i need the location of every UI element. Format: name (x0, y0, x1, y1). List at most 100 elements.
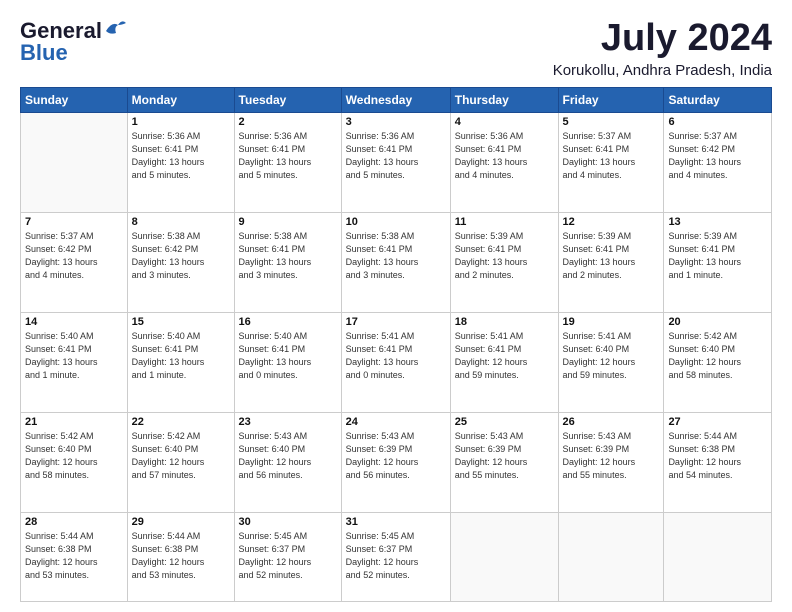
calendar-day-cell: 25 Sunrise: 5:43 AMSunset: 6:39 PMDayligh… (450, 412, 558, 512)
calendar-header-cell: Sunday (21, 87, 128, 112)
day-number: 25 (455, 416, 554, 428)
day-info: Sunrise: 5:40 AMSunset: 6:41 PMDaylight:… (132, 330, 230, 382)
calendar-day-cell: 16 Sunrise: 5:40 AMSunset: 6:41 PMDayligh… (234, 312, 341, 412)
day-info: Sunrise: 5:41 AMSunset: 6:40 PMDaylight:… (563, 330, 660, 382)
day-number: 30 (239, 516, 337, 528)
calendar-day-cell: 1 Sunrise: 5:36 AMSunset: 6:41 PMDaylight… (127, 112, 234, 212)
day-info: Sunrise: 5:37 AMSunset: 6:41 PMDaylight:… (563, 130, 660, 182)
day-number: 31 (346, 516, 446, 528)
day-number: 29 (132, 516, 230, 528)
day-info: Sunrise: 5:43 AMSunset: 6:39 PMDaylight:… (455, 430, 554, 482)
calendar: SundayMondayTuesdayWednesdayThursdayFrid… (20, 87, 772, 602)
calendar-day-cell: 5Sunrise: 5:37 AMSunset: 6:41 PMDaylight… (558, 112, 664, 212)
day-number: 22 (132, 416, 230, 428)
calendar-header-cell: Friday (558, 87, 664, 112)
calendar-day-cell: 11Sunrise: 5:39 AMSunset: 6:41 PMDayligh… (450, 212, 558, 312)
calendar-header-cell: Monday (127, 87, 234, 112)
calendar-day-cell: 24 Sunrise: 5:43 AMSunset: 6:39 PMDayligh… (341, 412, 450, 512)
calendar-header-row: SundayMondayTuesdayWednesdayThursdayFrid… (21, 87, 772, 112)
calendar-day-cell (450, 512, 558, 601)
day-info: Sunrise: 5:36 AMSunset: 6:41 PMDaylight:… (346, 130, 446, 182)
day-number: 6 (668, 116, 767, 128)
day-number: 28 (25, 516, 123, 528)
calendar-day-cell: 4 Sunrise: 5:36 AMSunset: 6:41 PMDaylight… (450, 112, 558, 212)
calendar-day-cell: 17 Sunrise: 5:41 AMSunset: 6:41 PMDayligh… (341, 312, 450, 412)
day-info: Sunrise: 5:40 AMSunset: 6:41 PMDaylight:… (25, 330, 123, 382)
day-number: 8 (132, 216, 230, 228)
day-info: Sunrise: 5:36 AMSunset: 6:41 PMDaylight:… (239, 130, 337, 182)
calendar-day-cell: 2Sunrise: 5:36 AMSunset: 6:41 PMDaylight… (234, 112, 341, 212)
day-number: 4 (455, 116, 554, 128)
calendar-day-cell (558, 512, 664, 601)
calendar-day-cell: 13 Sunrise: 5:39 AMSunset: 6:41 PMDayligh… (664, 212, 772, 312)
day-info: Sunrise: 5:42 AMSunset: 6:40 PMDaylight:… (25, 430, 123, 482)
logo-blue: Blue (20, 40, 68, 66)
calendar-week-row: 1 Sunrise: 5:36 AMSunset: 6:41 PMDaylight… (21, 112, 772, 212)
calendar-day-cell: 23 Sunrise: 5:43 AMSunset: 6:40 PMDayligh… (234, 412, 341, 512)
calendar-day-cell: 26 Sunrise: 5:43 AMSunset: 6:39 PMDayligh… (558, 412, 664, 512)
calendar-week-row: 21 Sunrise: 5:42 AMSunset: 6:40 PMDayligh… (21, 412, 772, 512)
header: General Blue July 2024 Korukollu, Andhra… (20, 18, 772, 79)
calendar-day-cell: 7 Sunrise: 5:37 AMSunset: 6:42 PMDaylight… (21, 212, 128, 312)
day-info: Sunrise: 5:42 AMSunset: 6:40 PMDaylight:… (132, 430, 230, 482)
day-number: 19 (563, 316, 660, 328)
calendar-day-cell: 27 Sunrise: 5:44 AMSunset: 6:38 PMDayligh… (664, 412, 772, 512)
calendar-week-row: 7 Sunrise: 5:37 AMSunset: 6:42 PMDaylight… (21, 212, 772, 312)
day-number: 14 (25, 316, 123, 328)
calendar-header-cell: Saturday (664, 87, 772, 112)
calendar-header-cell: Thursday (450, 87, 558, 112)
day-info: Sunrise: 5:44 AMSunset: 6:38 PMDaylight:… (25, 530, 123, 582)
day-number: 20 (668, 316, 767, 328)
calendar-week-row: 14 Sunrise: 5:40 AMSunset: 6:41 PMDayligh… (21, 312, 772, 412)
day-info: Sunrise: 5:43 AMSunset: 6:40 PMDaylight:… (239, 430, 337, 482)
calendar-day-cell: 6 Sunrise: 5:37 AMSunset: 6:42 PMDaylight… (664, 112, 772, 212)
day-number: 26 (563, 416, 660, 428)
calendar-day-cell: 20Sunrise: 5:42 AMSunset: 6:40 PMDayligh… (664, 312, 772, 412)
day-number: 7 (25, 216, 123, 228)
calendar-day-cell: 14 Sunrise: 5:40 AMSunset: 6:41 PMDayligh… (21, 312, 128, 412)
calendar-header-cell: Wednesday (341, 87, 450, 112)
day-info: Sunrise: 5:39 AMSunset: 6:41 PMDaylight:… (563, 230, 660, 282)
day-number: 17 (346, 316, 446, 328)
day-number: 16 (239, 316, 337, 328)
calendar-day-cell: 19 Sunrise: 5:41 AMSunset: 6:40 PMDayligh… (558, 312, 664, 412)
calendar-day-cell: 9 Sunrise: 5:38 AMSunset: 6:41 PMDaylight… (234, 212, 341, 312)
day-info: Sunrise: 5:43 AMSunset: 6:39 PMDaylight:… (346, 430, 446, 482)
day-info: Sunrise: 5:36 AMSunset: 6:41 PMDaylight:… (455, 130, 554, 182)
day-number: 18 (455, 316, 554, 328)
day-number: 12 (563, 216, 660, 228)
calendar-day-cell: 12 Sunrise: 5:39 AMSunset: 6:41 PMDayligh… (558, 212, 664, 312)
day-info: Sunrise: 5:36 AMSunset: 6:41 PMDaylight:… (132, 130, 230, 182)
day-info: Sunrise: 5:45 AMSunset: 6:37 PMDaylight:… (346, 530, 446, 582)
logo-bird-icon (104, 19, 126, 37)
day-info: Sunrise: 5:41 AMSunset: 6:41 PMDaylight:… (346, 330, 446, 382)
calendar-day-cell: 15Sunrise: 5:40 AMSunset: 6:41 PMDayligh… (127, 312, 234, 412)
day-number: 9 (239, 216, 337, 228)
calendar-day-cell: 22 Sunrise: 5:42 AMSunset: 6:40 PMDayligh… (127, 412, 234, 512)
day-number: 24 (346, 416, 446, 428)
day-number: 23 (239, 416, 337, 428)
day-info: Sunrise: 5:44 AMSunset: 6:38 PMDaylight:… (132, 530, 230, 582)
day-info: Sunrise: 5:37 AMSunset: 6:42 PMDaylight:… (668, 130, 767, 182)
day-number: 1 (132, 116, 230, 128)
calendar-header-cell: Tuesday (234, 87, 341, 112)
logo: General Blue (20, 18, 126, 66)
day-info: Sunrise: 5:37 AMSunset: 6:42 PMDaylight:… (25, 230, 123, 282)
location: Korukollu, Andhra Pradesh, India (553, 62, 772, 79)
calendar-day-cell: 29 Sunrise: 5:44 AMSunset: 6:38 PMDayligh… (127, 512, 234, 601)
calendar-day-cell: 30Sunrise: 5:45 AMSunset: 6:37 PMDayligh… (234, 512, 341, 601)
calendar-day-cell: 8Sunrise: 5:38 AMSunset: 6:42 PMDaylight… (127, 212, 234, 312)
day-info: Sunrise: 5:40 AMSunset: 6:41 PMDaylight:… (239, 330, 337, 382)
day-info: Sunrise: 5:44 AMSunset: 6:38 PMDaylight:… (668, 430, 767, 482)
day-number: 13 (668, 216, 767, 228)
calendar-day-cell: 18 Sunrise: 5:41 AMSunset: 6:41 PMDayligh… (450, 312, 558, 412)
calendar-day-cell (21, 112, 128, 212)
day-info: Sunrise: 5:43 AMSunset: 6:39 PMDaylight:… (563, 430, 660, 482)
day-info: Sunrise: 5:41 AMSunset: 6:41 PMDaylight:… (455, 330, 554, 382)
day-info: Sunrise: 5:38 AMSunset: 6:41 PMDaylight:… (239, 230, 337, 282)
day-number: 27 (668, 416, 767, 428)
title-area: July 2024 Korukollu, Andhra Pradesh, Ind… (553, 18, 772, 79)
day-number: 21 (25, 416, 123, 428)
day-info: Sunrise: 5:39 AMSunset: 6:41 PMDaylight:… (668, 230, 767, 282)
day-number: 3 (346, 116, 446, 128)
